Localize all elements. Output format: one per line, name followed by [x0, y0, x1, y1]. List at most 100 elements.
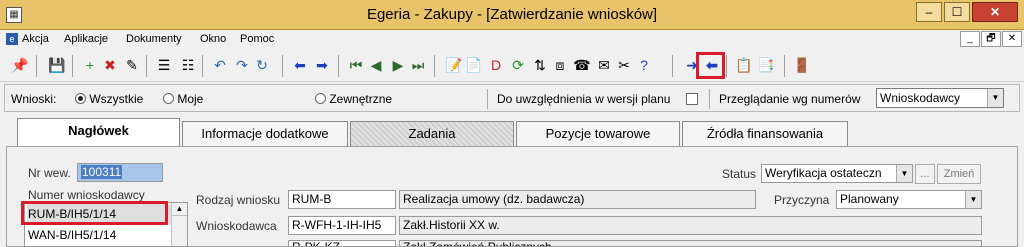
wnioski-label: Wnioski: — [11, 92, 57, 106]
first-icon[interactable]: ⏮ — [346, 55, 366, 75]
toolbar-separator — [146, 55, 147, 77]
toolbar-separator — [338, 55, 339, 77]
chevron-down-icon: ▼ — [965, 191, 981, 208]
rodzaj-label: Rodzaj wniosku — [196, 193, 281, 207]
delete-icon[interactable]: ✖ — [100, 55, 120, 75]
menu-bar: e Akcja Aplikacje Dokumenty Okno Pomoc — [0, 30, 1024, 50]
browse-select-value: Wnioskodawcy — [880, 91, 961, 105]
toolbar-separator — [282, 55, 283, 77]
save-icon[interactable]: 💾 — [47, 55, 67, 75]
plan-checkbox[interactable] — [686, 93, 698, 105]
close-button[interactable]: ✕ — [972, 2, 1018, 22]
add-icon[interactable]: + — [80, 55, 100, 75]
wnioskodawca-desc-field: Zakł.Historii XX w. — [399, 216, 982, 235]
tab-naglowek[interactable]: Nagłówek — [17, 118, 180, 148]
tab-informacje-dodatkowe[interactable]: Informacje dodatkowe — [182, 121, 348, 146]
rodzaj-code-field[interactable]: RUM-B — [288, 190, 396, 209]
form-icon[interactable]: 📝 — [444, 55, 464, 75]
copy-icon[interactable]: 📑 — [756, 55, 776, 75]
separator — [487, 89, 488, 109]
tab-zrodla-finansowania[interactable]: Źródła finansowania — [682, 121, 848, 146]
toolbar-separator — [72, 55, 73, 77]
maximize-button[interactable]: ☐ — [944, 2, 970, 22]
tab-zadania[interactable]: Zadania — [350, 121, 514, 146]
menu-pomoc[interactable]: Pomoc — [240, 33, 274, 45]
pin-icon[interactable]: 📌 — [10, 55, 30, 75]
redo-icon[interactable]: ↷ — [232, 55, 252, 75]
scrollbar[interactable]: ▲ — [171, 203, 187, 246]
browse-label: Przeglądanie wg numerów — [719, 92, 861, 106]
toolbar: 📌 💾 + ✖ ✎ ☰ ☷ ↶ ↷ ↻ ⬅ ➡ ⏮ ◀ ▶ ⏭ 📝 📄 D ⟳ ⇅ ⧈ ☎ ✉ ✂? ➜ ⬅ 📋 📑 🚪 — [0, 50, 1024, 82]
list-item[interactable]: WAN-B/IH5/1/14 — [27, 225, 172, 245]
plan-label: Do uwzględnienia w wersji planu — [497, 92, 671, 106]
menu-dokumenty[interactable]: Dokumenty — [126, 33, 182, 45]
wnioskodawca-label: Wnioskodawca — [196, 219, 277, 233]
mdi-restore-button[interactable]: 🗗 — [981, 31, 1001, 47]
scroll-up-icon[interactable]: ▲ — [172, 203, 187, 216]
radio-external[interactable]: Zewnętrzne — [315, 92, 392, 106]
nrwew-label: Nr wew. — [28, 166, 71, 180]
arrow-left-icon[interactable]: ⬅ — [290, 55, 310, 75]
highlight-selected-item-frame — [21, 201, 168, 225]
help-icon[interactable]: ? — [634, 55, 654, 75]
menu-aplikacje[interactable]: Aplikacje — [64, 33, 108, 45]
doc-icon[interactable]: 📋 — [734, 55, 754, 75]
refresh-icon[interactable]: ↻ — [252, 55, 272, 75]
radio-mine-label: Moje — [177, 92, 204, 106]
egeria-menu-icon[interactable]: e — [6, 33, 18, 45]
status-select[interactable]: Weryfikacja ostateczn ▼ — [761, 164, 913, 183]
sort-icon[interactable]: ⇅ — [530, 55, 550, 75]
przyczyna-label: Przyczyna — [774, 193, 830, 207]
exit-icon[interactable]: 🚪 — [792, 55, 812, 75]
mdi-minimize-button[interactable]: _ — [960, 31, 980, 47]
radio-external-label: Zewnętrzne — [329, 92, 393, 106]
row3-code-field[interactable]: R-PK-KZ — [288, 240, 396, 247]
toolbar-separator — [726, 55, 727, 77]
change-button[interactable]: Zmień — [937, 164, 981, 184]
pdf-icon[interactable]: D — [486, 55, 506, 75]
przyczyna-select[interactable]: Planowany ▼ — [836, 190, 982, 209]
toolbar-separator — [784, 55, 785, 77]
chevron-down-icon: ▼ — [896, 165, 912, 182]
status-label: Status — [722, 167, 757, 181]
status-value: Weryfikacja ostateczn — [765, 166, 882, 180]
toolbar-separator — [434, 55, 435, 77]
wnioskodawca-code-field[interactable]: R-WFH-1-IH-IH5 — [288, 216, 396, 235]
nrwew-field[interactable]: 100311 — [77, 163, 163, 182]
arrow-right-icon[interactable]: ➡ — [312, 55, 332, 75]
highlight-back-button-frame — [696, 52, 725, 79]
menu-akcja[interactable]: Akcja — [22, 33, 49, 45]
split-icon[interactable]: ☰ — [154, 55, 174, 75]
status-ellipsis-button[interactable]: ... — [915, 164, 935, 184]
toolbar-separator — [36, 55, 37, 77]
menu-okno[interactable]: Okno — [200, 33, 226, 45]
radio-all-label: Wszystkie — [89, 92, 144, 106]
chevron-down-icon: ▼ — [987, 89, 1003, 107]
browse-select[interactable]: Wnioskodawcy ▼ — [876, 88, 1004, 108]
nrwew-value: 100311 — [81, 165, 123, 179]
next-icon[interactable]: ▶ — [388, 55, 408, 75]
row3-desc-field: Zakł.Zamówień Publicznych — [399, 240, 982, 247]
tools-icon[interactable]: ✂ — [614, 55, 634, 75]
toolbar-separator — [202, 55, 203, 77]
undo-icon[interactable]: ↶ — [210, 55, 230, 75]
edit-icon[interactable]: ✎ — [122, 55, 142, 75]
radio-mine[interactable]: Moje — [163, 92, 203, 106]
prev-icon[interactable]: ◀ — [366, 55, 386, 75]
window-title: Egeria - Zakupy - [Zatwierdzanie wnioskó… — [366, 6, 658, 23]
radio-all[interactable]: Wszystkie — [75, 92, 143, 106]
mdi-close-button[interactable]: ✕ — [1002, 31, 1022, 47]
tab-pozycje-towarowe[interactable]: Pozycje towarowe — [516, 121, 680, 146]
minimize-button[interactable]: – — [916, 2, 942, 22]
numer-wnioskodawcy-label: Numer wnioskodawcy — [28, 188, 145, 201]
przyczyna-value: Planowany — [840, 192, 899, 206]
toolbar-separator — [672, 55, 673, 77]
phone-icon[interactable]: ☎ — [572, 55, 592, 75]
tree-icon[interactable]: ⧈ — [550, 55, 570, 75]
last-icon[interactable]: ⏭ — [408, 55, 428, 75]
report-icon[interactable]: 📄 — [464, 55, 484, 75]
filter-bar: Wnioski: Wszystkie Moje Zewnętrzne Do uw… — [4, 84, 1020, 112]
split2-icon[interactable]: ☷ — [178, 55, 198, 75]
mail-icon[interactable]: ✉ — [594, 55, 614, 75]
sync-icon[interactable]: ⟳ — [508, 55, 528, 75]
